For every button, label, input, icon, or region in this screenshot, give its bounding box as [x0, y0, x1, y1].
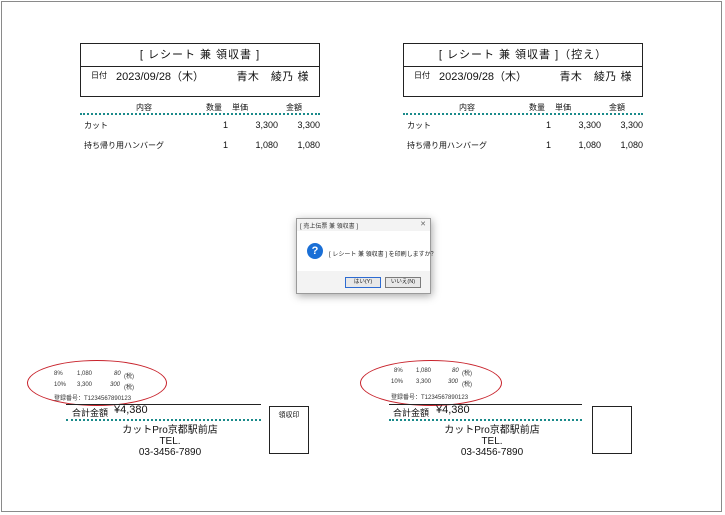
- line-item: 持ち帰り用ハンバーグ 1 1,080 1,080: [389, 140, 649, 152]
- item-amount: 3,300: [297, 120, 320, 130]
- col-header-quantity: 数量: [529, 103, 545, 112]
- col-header-unit-price: 単価: [555, 103, 571, 112]
- item-name: カット: [84, 121, 108, 130]
- item-qty: 1: [546, 120, 552, 130]
- receipt-title: [ レシート 兼 領収書 ]: [81, 44, 319, 67]
- total-divider: [389, 419, 582, 421]
- item-price: 3,300: [255, 120, 278, 130]
- item-name: 持ち帰り用ハンバーグ: [407, 141, 487, 150]
- dialog-title: [ 売上伝票 兼 領収書 ]: [300, 224, 359, 230]
- tax-rate: 8%: [54, 371, 63, 377]
- total-divider: [66, 419, 261, 421]
- tax-amount: 80: [114, 371, 121, 377]
- tax-base: 3,300: [77, 382, 93, 388]
- dialog-body: ? [ レシート 兼 領収書 ] を印刷しますか？: [297, 231, 437, 271]
- dialog-message: [ レシート 兼 領収書 ] を印刷しますか？: [329, 252, 437, 258]
- tax-amount: 300: [110, 382, 121, 388]
- registration-number: 登録番号：T1234567890123: [391, 395, 469, 401]
- tax-amount: 300: [448, 379, 459, 385]
- close-icon[interactable]: ✕: [420, 220, 426, 228]
- no-button[interactable]: いいえ(N): [385, 277, 421, 288]
- col-header-unit-price: 単価: [232, 103, 248, 112]
- item-name: 持ち帰り用ハンバーグ: [84, 141, 164, 150]
- line-item: カット 1 3,300 3,300: [66, 120, 326, 132]
- col-header-amount: 金額: [609, 103, 625, 112]
- receipt-date: 2023/09/28（木）: [439, 71, 528, 83]
- total-label: 合計金額: [393, 408, 430, 418]
- tax-base: 1,080: [77, 371, 93, 377]
- total-label: 合計金額: [72, 408, 109, 418]
- line-item: カット 1 3,300 3,300: [389, 120, 649, 132]
- tax-note: (税): [462, 382, 472, 388]
- date-label: 日付: [91, 71, 107, 80]
- col-header-description: 内容: [136, 103, 152, 112]
- item-amount: 1,080: [620, 140, 643, 150]
- item-amount: 3,300: [620, 120, 643, 130]
- shop-name: カットPro京都駅前店: [122, 425, 218, 436]
- tax-note: (税): [462, 371, 472, 377]
- customer-name: 青木 綾乃 様: [559, 71, 632, 83]
- receipt-header-box: [ レシート 兼 領収書 ]（控え） 日付 2023/09/28（木） 青木 綾…: [403, 43, 643, 97]
- item-qty: 1: [223, 140, 229, 150]
- tax-rate: 10%: [54, 382, 67, 388]
- tax-note: (税): [124, 374, 134, 380]
- item-amount: 1,080: [297, 140, 320, 150]
- registration-number: 登録番号：T1234567890123: [54, 396, 132, 402]
- tax-amount: 80: [452, 368, 459, 374]
- col-header-description: 内容: [459, 103, 475, 112]
- header-divider: [403, 113, 643, 115]
- item-price: 3,300: [578, 120, 601, 130]
- item-qty: 1: [223, 120, 229, 130]
- customer-name: 青木 綾乃 様: [236, 71, 309, 83]
- item-price: 1,080: [578, 140, 601, 150]
- receipt-stamp-box: 領収印: [269, 406, 309, 454]
- tel-label: TEL.: [159, 436, 181, 447]
- header-divider: [80, 113, 320, 115]
- total-value: ¥4,380: [436, 404, 470, 416]
- tax-note: (税): [124, 385, 134, 391]
- col-header-quantity: 数量: [206, 103, 222, 112]
- stamp-label: 領収印: [278, 412, 300, 419]
- shop-tel: 03-3456-7890: [460, 447, 524, 458]
- total-rule: [66, 404, 261, 405]
- question-icon: ?: [307, 243, 323, 259]
- receipt-title: [ レシート 兼 領収書 ]（控え）: [404, 44, 642, 67]
- shop-info: カットPro京都駅前店 TEL. 03-3456-7890: [95, 425, 245, 458]
- shop-tel: 03-3456-7890: [138, 447, 202, 458]
- tel-label: TEL.: [481, 436, 503, 447]
- shop-name: カットPro京都駅前店: [444, 425, 540, 436]
- print-confirm-dialog: [ 売上伝票 兼 領収書 ] ✕ ? [ レシート 兼 領収書 ] を印刷します…: [296, 218, 437, 294]
- total-rule: [389, 404, 582, 405]
- shop-info: カットPro京都駅前店 TEL. 03-3456-7890: [417, 425, 567, 458]
- tax-rate: 8%: [394, 368, 403, 374]
- total-value: ¥4,380: [114, 404, 148, 416]
- tax-rate: 10%: [391, 379, 404, 385]
- yes-button[interactable]: はい(Y): [345, 277, 381, 288]
- item-qty: 1: [546, 140, 552, 150]
- line-item: 持ち帰り用ハンバーグ 1 1,080 1,080: [66, 140, 326, 152]
- col-header-amount: 金額: [286, 103, 302, 112]
- receipt-date: 2023/09/28（木）: [116, 71, 205, 83]
- receipt-stamp-box: [592, 406, 632, 454]
- receipt-header-box: [ レシート 兼 領収書 ] 日付 2023/09/28（木） 青木 綾乃 様: [80, 43, 320, 97]
- tax-base: 1,080: [416, 368, 432, 374]
- item-price: 1,080: [255, 140, 278, 150]
- date-label: 日付: [414, 71, 430, 80]
- item-name: カット: [407, 121, 431, 130]
- tax-base: 3,300: [416, 379, 432, 385]
